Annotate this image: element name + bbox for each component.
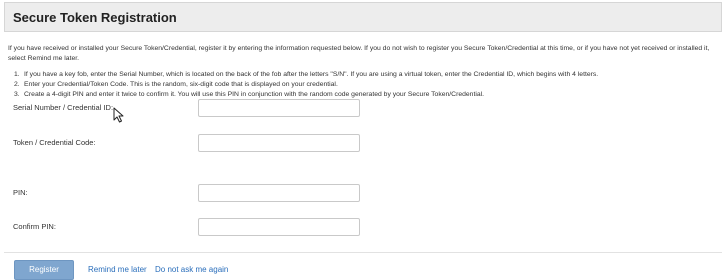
remind-me-later-link[interactable]: Remind me later [88,265,147,274]
form-divider [4,252,722,253]
pin-input[interactable] [198,184,360,202]
instruction-list: 1. If you have a key fob, enter the Seri… [14,70,716,100]
step-text: If you have a key fob, enter the Serial … [24,71,599,78]
instruction-step-3: 3. Create a 4-digit PIN and enter it twi… [14,90,716,100]
instruction-step-2: 2. Enter your Credential/Token Code. Thi… [14,80,716,90]
pin-label: PIN: [13,188,28,197]
instruction-step-1: 1. If you have a key fob, enter the Seri… [14,70,716,80]
register-button[interactable]: Register [14,260,74,280]
confirm-pin-input[interactable] [198,218,360,236]
page-title: Secure Token Registration [13,10,177,25]
token-code-label: Token / Credential Code: [13,138,96,147]
step-number: 2. [14,81,20,88]
step-number: 3. [14,91,20,98]
serial-number-input[interactable] [198,99,360,117]
token-code-input[interactable] [198,134,360,152]
title-bar: Secure Token Registration [4,2,722,32]
confirm-pin-label: Confirm PIN: [13,222,56,231]
mouse-pointer-icon [113,107,124,123]
serial-number-label: Serial Number / Credential ID: [13,103,114,112]
do-not-ask-again-link[interactable]: Do not ask me again [155,265,228,274]
step-number: 1. [14,71,20,78]
step-text: Create a 4-digit PIN and enter it twice … [24,91,485,98]
intro-text: If you have received or installed your S… [8,45,710,62]
secure-token-registration-page: Secure Token Registration If you have re… [0,0,725,280]
step-text: Enter your Credential/Token Code. This i… [24,81,338,88]
